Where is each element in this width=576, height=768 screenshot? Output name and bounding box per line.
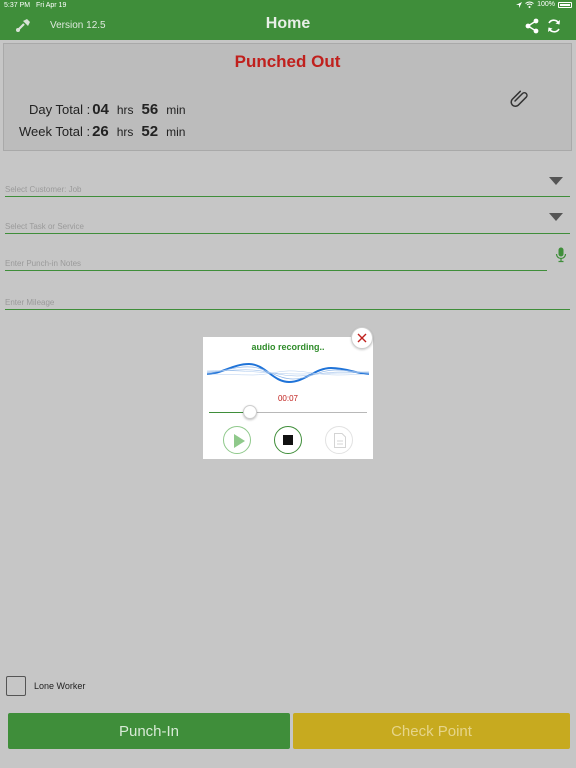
day-total-hours-unit: hrs xyxy=(116,103,134,117)
task-service-placeholder: Select Task or Service xyxy=(5,222,84,231)
status-date: Fri Apr 19 xyxy=(36,2,67,9)
punch-in-button[interactable]: Punch-In xyxy=(8,713,290,749)
status-bar: 5:37 PM Fri Apr 19 100% xyxy=(0,0,576,12)
mileage-placeholder: Enter Mileage xyxy=(5,298,55,307)
refresh-icon[interactable] xyxy=(546,18,562,34)
close-popup-button[interactable] xyxy=(351,327,373,349)
document-icon xyxy=(334,433,346,448)
save-recording-button[interactable] xyxy=(325,426,353,454)
lone-worker-label: Lone Worker xyxy=(34,681,86,691)
location-icon xyxy=(516,1,523,8)
customer-job-placeholder: Select Customer: Job xyxy=(5,185,82,194)
slider-thumb[interactable] xyxy=(243,405,258,419)
day-total-label: Day Total : xyxy=(29,102,91,117)
nav-bar: Version 12.5 Home xyxy=(0,12,576,40)
week-total-minutes-unit: min xyxy=(166,125,186,139)
recording-elapsed-time: 00:07 xyxy=(277,394,299,403)
status-indicators: 100% xyxy=(516,1,572,8)
waveform-icon xyxy=(207,362,369,384)
audio-recording-popup: audio recording.. 00:07 xyxy=(203,337,373,459)
punch-in-notes-input[interactable]: Enter Punch-in Notes xyxy=(5,252,547,271)
playback-slider[interactable] xyxy=(209,404,367,420)
lone-worker-option[interactable]: Lone Worker xyxy=(6,676,85,696)
microphone-icon[interactable] xyxy=(555,247,567,263)
check-point-button[interactable]: Check Point xyxy=(293,713,570,749)
customer-job-select[interactable]: Select Customer: Job xyxy=(5,178,570,197)
battery-percent: 100% xyxy=(537,1,555,8)
audio-recording-title: audio recording.. xyxy=(251,342,325,352)
week-total-label: Week Total : xyxy=(19,124,91,139)
day-total-minutes-unit: min xyxy=(166,103,186,117)
week-total-hours: 26 xyxy=(92,123,109,140)
chevron-down-icon[interactable] xyxy=(549,213,563,221)
paperclip-icon[interactable] xyxy=(508,86,530,108)
wifi-icon xyxy=(525,1,534,8)
battery-icon xyxy=(558,1,572,8)
punch-in-notes-placeholder: Enter Punch-in Notes xyxy=(5,259,82,268)
chevron-down-icon[interactable] xyxy=(549,177,563,185)
week-total: Week Total : 26 hrs 52 min xyxy=(19,123,193,140)
lone-worker-checkbox[interactable] xyxy=(6,676,26,696)
week-total-minutes: 52 xyxy=(141,123,159,140)
status-time: 5:37 PM xyxy=(4,2,31,9)
task-service-select[interactable]: Select Task or Service xyxy=(5,215,570,234)
day-total-minutes: 56 xyxy=(141,101,159,118)
close-icon xyxy=(357,333,367,343)
time-summary-card: Punched Out Day Total : 04 hrs 56 min We… xyxy=(3,43,572,151)
play-button[interactable] xyxy=(223,426,251,454)
day-total: Day Total : 04 hrs 56 min xyxy=(29,101,194,118)
share-icon[interactable] xyxy=(524,18,540,34)
mileage-input[interactable]: Enter Mileage xyxy=(5,291,570,310)
day-total-hours: 04 xyxy=(92,101,109,118)
page-title: Home xyxy=(265,15,311,32)
stop-button[interactable] xyxy=(274,426,302,454)
week-total-hours-unit: hrs xyxy=(116,125,134,139)
punch-status: Punched Out xyxy=(234,52,341,71)
